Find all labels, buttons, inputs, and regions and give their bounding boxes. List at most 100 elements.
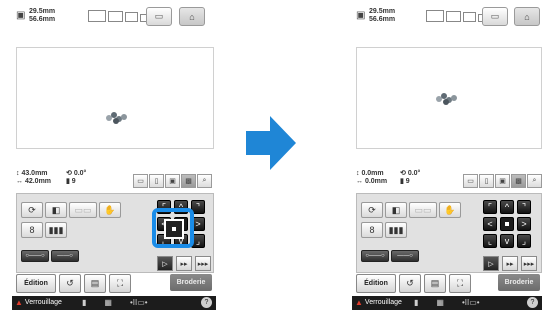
move-arrow-pad: ⌜ ^ ⌝ < > ⌞ v ⌟ — [483, 200, 531, 248]
screen-button[interactable]: ▭ — [146, 7, 172, 26]
preview-icon: ▤ — [90, 278, 100, 288]
color-change-button[interactable]: 8 — [361, 222, 383, 238]
hoop-large-icon — [88, 10, 106, 22]
lock-label: Verrouillage — [24, 299, 62, 306]
home-button[interactable]: ⌂ — [514, 7, 540, 26]
hoop-medium-icon — [108, 11, 123, 22]
layout-button[interactable]: ⛶ — [449, 274, 471, 293]
bobbin-icon: ▮ — [414, 298, 419, 307]
top-bar: ▣ 29.5mm 56.6mm ▭ ⌂ — [12, 0, 216, 34]
magnifier-icon: ⌕ — [202, 177, 207, 184]
center-icon[interactable] — [164, 219, 184, 239]
move-down-right-button[interactable]: ⌟ — [517, 234, 531, 248]
density-icon: ▮▮▮ — [48, 224, 64, 235]
color-icon: 8 — [29, 225, 35, 235]
color-icon: 8 — [369, 225, 375, 235]
step-button[interactable]: ▷ — [483, 256, 499, 271]
zoom-button[interactable]: ⌕ — [527, 174, 542, 188]
border-button[interactable]: ○——○ — [21, 250, 49, 262]
lock-indicator[interactable]: ▲ Verrouillage — [15, 298, 62, 307]
view-button-3[interactable]: ▣ — [165, 174, 180, 188]
hoop-size-icon: ▣ — [16, 10, 26, 21]
undo-button[interactable]: ↺ — [59, 274, 81, 293]
bobbin-icon: ▮ — [82, 298, 87, 307]
hand-icon: ✋ — [444, 204, 456, 215]
hoop-small-icon — [125, 12, 138, 22]
array-button[interactable]: ——○ — [391, 250, 419, 262]
top-bar: ▣ 29.5mm 56.6mm ▭ ⌂ — [352, 0, 542, 34]
move-up-left-button[interactable]: ⌜ — [483, 200, 497, 214]
move-down-left-button[interactable]: ⌞ — [483, 234, 497, 248]
move-down-button[interactable]: v — [500, 234, 514, 248]
preview-button[interactable]: ▤ — [424, 274, 446, 293]
stitch-navigation: ▷ ▸▸ ▸▸▸ — [483, 256, 537, 271]
view-button-3[interactable]: ▣ — [495, 174, 510, 188]
preview-button[interactable]: ▤ — [84, 274, 106, 293]
move-up-button[interactable]: ^ — [500, 200, 514, 214]
move-up-right-button[interactable]: ⌝ — [517, 200, 531, 214]
view-button-4[interactable]: ▩ — [181, 174, 196, 188]
center-highlight — [152, 208, 194, 248]
size-button[interactable]: ◧ — [45, 202, 67, 218]
stitch-navigation: ▷ ▸▸ ▸▸▸ — [157, 256, 211, 271]
view-buttons: ▭ ▯ ▣ ▩ ⌕ — [463, 174, 542, 188]
embroider-button[interactable]: Broderie — [170, 274, 212, 291]
move-right-button[interactable]: > — [517, 217, 531, 231]
move-hand-button[interactable]: ✋ — [439, 202, 461, 218]
edit-panel: ⟳ ◧ ▭▭ ✋ 8 ▮▮▮ ○——○ ——○ ⌜ ^ ⌝ < > ⌞ v ⌟ … — [16, 193, 214, 273]
screen-after: ▣ 29.5mm 56.6mm ▭ ⌂ ↕ 0.0mm ↔ 0.0mm ⟲ 0.… — [352, 0, 542, 310]
size-button[interactable]: ◧ — [385, 202, 407, 218]
step-button[interactable]: ▷ — [157, 256, 173, 271]
size-icon: ◧ — [391, 204, 401, 215]
move-hand-button[interactable]: ✋ — [99, 202, 121, 218]
color-count: 9 — [71, 178, 76, 185]
move-center-button[interactable] — [500, 217, 514, 231]
hoop-selector — [88, 10, 150, 22]
rotate-button[interactable]: ⟳ — [361, 202, 383, 218]
border-button[interactable]: ○——○ — [361, 250, 389, 262]
edit-panel: ⟳ ◧ ▭▭ ✋ 8 ▮▮▮ ○——○ ——○ ⌜ ^ ⌝ < > ⌞ v ⌟ … — [356, 193, 542, 273]
skip-forward-button[interactable]: ▸▸▸ — [195, 256, 211, 271]
position-x: 0.0mm — [361, 170, 384, 177]
rotate-button[interactable]: ⟳ — [21, 202, 43, 218]
move-left-button[interactable]: < — [483, 217, 497, 231]
magnifier-icon: ⌕ — [532, 177, 537, 184]
view-button-1[interactable]: ▭ — [463, 174, 478, 188]
zoom-button[interactable]: ⌕ — [197, 174, 212, 188]
skip-forward-button[interactable]: ▸▸▸ — [521, 256, 537, 271]
embroider-button[interactable]: Broderie — [498, 274, 540, 291]
density-button[interactable]: ▮▮▮ — [45, 222, 67, 238]
home-button[interactable]: ⌂ — [179, 7, 205, 26]
help-icon[interactable]: ? — [527, 297, 538, 308]
hoop-size-icon: ▣ — [356, 10, 366, 21]
home-icon: ⌂ — [189, 11, 195, 22]
screen-button[interactable]: ▭ — [482, 7, 508, 26]
fast-forward-button[interactable]: ▸▸ — [502, 256, 518, 271]
warning-icon: ▲ — [15, 298, 23, 307]
undo-button[interactable]: ↺ — [399, 274, 421, 293]
preview-icon: ▤ — [430, 278, 440, 288]
rotation-info: ⟲ 0.0° ▮ 9 — [400, 170, 421, 185]
edit-button[interactable]: Édition — [16, 274, 56, 293]
hoop-small-icon — [463, 12, 476, 22]
flower-pattern[interactable] — [436, 93, 458, 105]
density-icon: ▮▮▮ — [388, 224, 404, 235]
lock-indicator[interactable]: ▲ Verrouillage — [355, 298, 402, 307]
flower-pattern[interactable] — [106, 112, 128, 124]
view-button-2[interactable]: ▯ — [479, 174, 494, 188]
pattern-height: 56.6mm — [29, 16, 56, 23]
view-button-2[interactable]: ▯ — [149, 174, 164, 188]
mirror-button[interactable]: ▭▭ — [409, 202, 437, 218]
density-button[interactable]: ▮▮▮ — [385, 222, 407, 238]
edit-button[interactable]: Édition — [356, 274, 396, 293]
color-change-button[interactable]: 8 — [21, 222, 43, 238]
undo-icon: ↺ — [406, 278, 414, 288]
view-button-1[interactable]: ▭ — [133, 174, 148, 188]
fast-forward-button[interactable]: ▸▸ — [176, 256, 192, 271]
mirror-button[interactable]: ▭▭ — [69, 202, 97, 218]
layout-button[interactable]: ⛶ — [109, 274, 131, 293]
info-bar: ↕ 43.0mm ↔ 42.0mm ⟲ 0.0° ▮ 9 ▭ ▯ ▣ ▩ ⌕ — [12, 166, 216, 192]
view-button-4[interactable]: ▩ — [511, 174, 526, 188]
help-icon[interactable]: ? — [201, 297, 212, 308]
array-button[interactable]: ——○ — [51, 250, 79, 262]
